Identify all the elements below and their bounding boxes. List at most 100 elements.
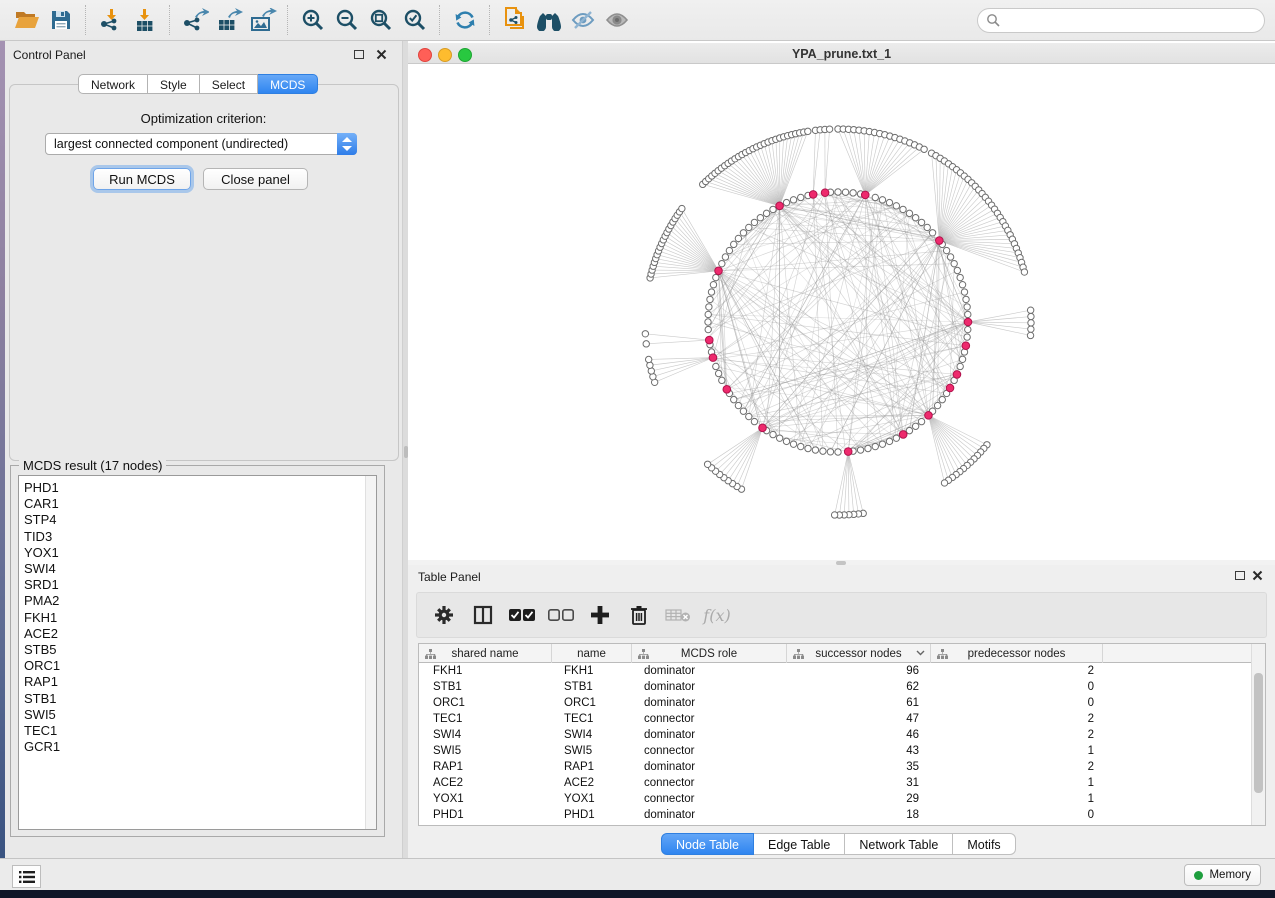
column-header-successor-nodes[interactable]: successor nodes <box>787 644 931 663</box>
mcds-result-item[interactable]: YOX1 <box>19 545 365 561</box>
mcds-result-item[interactable]: RAP1 <box>19 674 365 690</box>
cell: connector <box>632 745 787 757</box>
cell: 61 <box>787 697 931 709</box>
mcds-result-item[interactable]: ORC1 <box>19 658 365 674</box>
save-session-icon[interactable] <box>44 5 78 35</box>
delete-column-icon[interactable] <box>624 600 654 630</box>
hide-graphics-details-icon[interactable] <box>566 5 600 35</box>
mcds-result-item[interactable]: SRD1 <box>19 577 365 593</box>
table-row[interactable]: ACE2ACE2connector311 <box>419 775 1252 791</box>
tab-edge-table[interactable]: Edge Table <box>754 833 845 855</box>
optimization-criterion-select[interactable]: largest connected component (undirected) <box>45 133 357 155</box>
zoom-fit-icon[interactable] <box>364 5 398 35</box>
import-network-icon[interactable] <box>94 5 128 35</box>
mcds-result-item[interactable]: PMA2 <box>19 593 365 609</box>
table-panel-tabs: Node TableEdge TableNetwork TableMotifs <box>661 833 1016 855</box>
toolbar-separator <box>489 5 491 35</box>
add-column-icon[interactable] <box>585 600 615 630</box>
mcds-result-item[interactable]: STB5 <box>19 642 365 658</box>
search-input[interactable] <box>1000 12 1256 28</box>
tab-motifs[interactable]: Motifs <box>953 833 1015 855</box>
cell: ACE2 <box>419 777 552 789</box>
export-network-icon[interactable] <box>178 5 212 35</box>
float-panel-icon[interactable] <box>354 50 364 59</box>
show-columns-icon[interactable] <box>468 600 498 630</box>
cell: RAP1 <box>552 761 632 773</box>
float-panel-icon[interactable] <box>1235 571 1245 580</box>
table-row[interactable]: RAP1RAP1dominator352 <box>419 759 1252 775</box>
tab-node-table[interactable]: Node Table <box>661 833 754 855</box>
close-panel-button[interactable]: Close panel <box>203 168 308 190</box>
column-header-name[interactable]: name <box>552 644 632 663</box>
cell: dominator <box>632 681 787 693</box>
mcds-result-item[interactable]: TEC1 <box>19 723 365 739</box>
table-row[interactable]: FKH1FKH1dominator962 <box>419 663 1252 679</box>
mcds-result-listbox[interactable]: PHD1CAR1STP4TID3YOX1SWI4SRD1PMA2FKH1ACE2… <box>18 475 377 830</box>
memory-button[interactable]: Memory <box>1184 864 1261 886</box>
table-row[interactable]: ORC1ORC1dominator610 <box>419 695 1252 711</box>
mcds-result-item[interactable]: STB1 <box>19 691 365 707</box>
refresh-layout-icon[interactable] <box>448 5 482 35</box>
task-history-button[interactable] <box>12 865 41 888</box>
import-table-icon[interactable] <box>128 5 162 35</box>
table-row[interactable]: YOX1YOX1connector291 <box>419 791 1252 807</box>
cell: 18 <box>787 809 931 821</box>
export-image-icon[interactable] <box>246 5 280 35</box>
tab-network-table[interactable]: Network Table <box>845 833 953 855</box>
mcds-result-item[interactable]: SWI5 <box>19 707 365 723</box>
show-graphics-details-icon[interactable] <box>600 5 634 35</box>
mcds-result-item[interactable]: ACE2 <box>19 626 365 642</box>
zoom-in-icon[interactable] <box>296 5 330 35</box>
node-table[interactable]: shared namenameMCDS rolesuccessor nodesp… <box>418 643 1266 826</box>
cell: connector <box>632 793 787 805</box>
deselect-all-checkboxes-icon[interactable] <box>546 600 576 630</box>
tab-mcds[interactable]: MCDS <box>258 74 318 94</box>
cell: 96 <box>787 665 931 677</box>
run-mcds-button[interactable]: Run MCDS <box>93 168 191 190</box>
cell: SWI5 <box>419 745 552 757</box>
mcds-result-item[interactable]: GCR1 <box>19 739 365 755</box>
search-box[interactable] <box>977 8 1265 33</box>
table-panel-title: Table Panel <box>418 570 481 584</box>
network-window-titlebar[interactable]: YPA_prune.txt_1 <box>408 43 1275 64</box>
column-header-predecessor-nodes[interactable]: predecessor nodes <box>931 644 1103 663</box>
export-table-icon[interactable] <box>212 5 246 35</box>
close-panel-icon[interactable] <box>376 49 387 60</box>
zoom-out-icon[interactable] <box>330 5 364 35</box>
zoom-selected-icon[interactable] <box>398 5 432 35</box>
network-window-title: YPA_prune.txt_1 <box>408 47 1275 61</box>
select-all-checkboxes-icon[interactable] <box>507 600 537 630</box>
close-panel-icon[interactable] <box>1252 570 1263 581</box>
mcds-result-item[interactable]: STP4 <box>19 512 365 528</box>
table-row[interactable]: SWI5SWI5connector431 <box>419 743 1252 759</box>
cell: 2 <box>931 665 1103 677</box>
column-header-shared-name[interactable]: shared name <box>419 644 552 663</box>
mcds-result-item[interactable]: TID3 <box>19 529 365 545</box>
clone-network-icon[interactable] <box>498 5 532 35</box>
mcds-result-item[interactable]: PHD1 <box>19 480 365 496</box>
mcds-result-item[interactable]: CAR1 <box>19 496 365 512</box>
table-row[interactable]: SWI4SWI4dominator462 <box>419 727 1252 743</box>
tab-style[interactable]: Style <box>148 74 200 94</box>
cell: 29 <box>787 793 931 805</box>
open-session-icon[interactable] <box>10 5 44 35</box>
tab-select[interactable]: Select <box>200 74 258 94</box>
search-binoculars-icon[interactable] <box>532 5 566 35</box>
search-icon <box>986 13 1000 27</box>
table-row[interactable]: TEC1TEC1connector472 <box>419 711 1252 727</box>
table-row[interactable]: STB1STB1dominator620 <box>419 679 1252 695</box>
table-scrollbar[interactable] <box>1251 644 1265 825</box>
cell: 1 <box>931 793 1103 805</box>
settings-gear-icon[interactable] <box>429 600 459 630</box>
mcds-result-item[interactable]: FKH1 <box>19 610 365 626</box>
tab-network[interactable]: Network <box>78 74 148 94</box>
network-canvas[interactable] <box>408 64 1275 560</box>
scrollbar-thumb[interactable] <box>1254 673 1263 793</box>
column-header-MCDS-role[interactable]: MCDS role <box>632 644 787 663</box>
cell: PHD1 <box>419 809 552 821</box>
mcds-result-item[interactable]: SWI4 <box>19 561 365 577</box>
cell: dominator <box>632 665 787 677</box>
table-row[interactable]: PHD1PHD1dominator180 <box>419 807 1252 823</box>
mcds-result-list: PHD1CAR1STP4TID3YOX1SWI4SRD1PMA2FKH1ACE2… <box>19 480 365 755</box>
mcds-list-scrollbar[interactable] <box>365 476 376 829</box>
